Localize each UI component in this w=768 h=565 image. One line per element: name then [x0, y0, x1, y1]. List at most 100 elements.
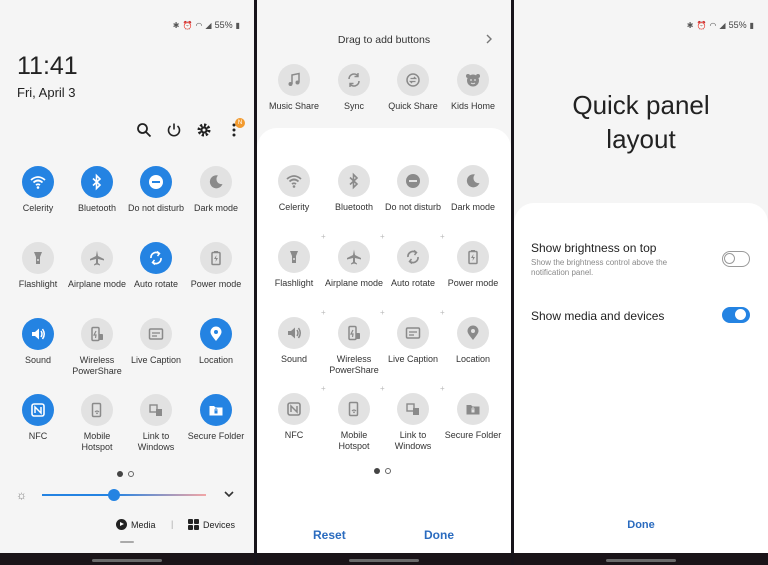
home-indicator[interactable] [349, 559, 419, 562]
quick-tile-mobile-hotspot[interactable]: Mobile Hotspot [324, 393, 384, 452]
tile-button[interactable] [397, 165, 429, 197]
quick-tile-music-share[interactable]: Music Share [264, 64, 324, 112]
quick-tile-flashlight[interactable]: Flashlight [8, 242, 68, 290]
tile-button[interactable] [397, 241, 429, 273]
tile-button[interactable] [278, 165, 310, 197]
quick-tile-nfc[interactable]: NFC [264, 393, 324, 441]
search-button[interactable] [136, 122, 156, 142]
quick-tile-do-not-disturb[interactable]: Do not disturb [383, 165, 443, 213]
quick-tile-sync[interactable]: Sync [324, 64, 384, 112]
tile-button[interactable] [81, 242, 113, 274]
quick-tile-celerity[interactable]: Celerity [8, 166, 68, 214]
tile-button[interactable] [397, 64, 429, 96]
quick-tile-do-not-disturb[interactable]: Do not disturb [126, 166, 186, 214]
quick-tile-location[interactable]: Location [186, 318, 246, 366]
done-button[interactable]: Done [514, 519, 768, 531]
tile-button[interactable] [397, 393, 429, 425]
quick-tile-quick-share[interactable]: Quick Share [383, 64, 443, 112]
brightness-slider-knob[interactable] [108, 489, 121, 501]
tile-button[interactable] [22, 242, 54, 274]
brightness-on-top-toggle[interactable] [722, 251, 750, 267]
quick-tile-link-to-windows[interactable]: Link to Windows [126, 394, 186, 453]
tile-button[interactable] [200, 242, 232, 274]
page-dot-active[interactable] [117, 471, 123, 477]
panel-handle[interactable] [120, 541, 134, 543]
tile-button[interactable] [457, 64, 489, 96]
quick-tile-link-to-windows[interactable]: Link to Windows [383, 393, 443, 452]
quick-tile-flashlight[interactable]: Flashlight [264, 241, 324, 289]
chevron-right-icon[interactable] [483, 33, 495, 45]
tile-button[interactable] [457, 393, 489, 425]
done-button[interactable]: Done [424, 528, 454, 542]
tile-button[interactable] [140, 318, 172, 350]
tile-button[interactable] [278, 64, 310, 96]
chevron-down-icon[interactable] [222, 487, 236, 501]
tile-button[interactable] [200, 394, 232, 426]
page-dot[interactable] [128, 471, 134, 477]
more-options-button[interactable]: N [226, 118, 246, 142]
tile-button[interactable] [338, 393, 370, 425]
settings-button[interactable] [196, 122, 216, 142]
media-devices-toggle[interactable] [722, 307, 750, 323]
page-dot-active[interactable] [374, 468, 380, 474]
tile-button[interactable] [81, 318, 113, 350]
tile-button[interactable] [140, 166, 172, 198]
tile-button[interactable] [22, 318, 54, 350]
tile-button[interactable] [22, 166, 54, 198]
tile-button[interactable] [200, 318, 232, 350]
tile-button[interactable] [338, 241, 370, 273]
power-button[interactable] [166, 122, 186, 142]
quick-tile-live-caption[interactable]: Live Caption [383, 317, 443, 365]
sync-icon [348, 73, 360, 87]
quick-tile-wireless-powershare[interactable]: Wireless PowerShare [67, 318, 127, 377]
quick-tile-location[interactable]: Location [443, 317, 503, 365]
quick-tile-sound[interactable]: Sound [8, 318, 68, 366]
reset-button[interactable]: Reset [313, 528, 346, 542]
tile-button[interactable] [338, 317, 370, 349]
tile-label: Airplane mode [67, 279, 127, 289]
home-indicator[interactable] [92, 559, 162, 562]
quick-tile-secure-folder[interactable]: Secure Folder [443, 393, 503, 441]
quick-tile-mobile-hotspot[interactable]: Mobile Hotspot [67, 394, 127, 453]
quick-tile-dark-mode[interactable]: Dark mode [443, 165, 503, 213]
quick-tile-airplane-mode[interactable]: Airplane mode [67, 242, 127, 290]
tile-button[interactable] [278, 241, 310, 273]
tile-button[interactable] [278, 393, 310, 425]
tile-button[interactable] [140, 394, 172, 426]
tile-button[interactable] [278, 317, 310, 349]
tile-button[interactable] [457, 317, 489, 349]
tile-button[interactable] [338, 165, 370, 197]
quick-tile-auto-rotate[interactable]: Auto rotate [126, 242, 186, 290]
home-indicator[interactable] [606, 559, 676, 562]
media-button[interactable]: Media [116, 519, 156, 530]
quick-tile-power-mode[interactable]: Power mode [443, 241, 503, 289]
tile-button[interactable] [397, 317, 429, 349]
tile-button[interactable] [81, 166, 113, 198]
devices-button[interactable]: Devices [188, 519, 235, 530]
media-option-title[interactable]: Show media and devices [531, 309, 664, 323]
tile-button[interactable] [457, 241, 489, 273]
quick-tile-bluetooth[interactable]: Bluetooth [324, 165, 384, 213]
quick-tile-sound[interactable]: Sound [264, 317, 324, 365]
quick-tile-bluetooth[interactable]: Bluetooth [67, 166, 127, 214]
brightness-option-title[interactable]: Show brightness on top [531, 241, 656, 255]
quick-tile-airplane-mode[interactable]: Airplane mode [324, 241, 384, 289]
quick-tile-auto-rotate[interactable]: Auto rotate [383, 241, 443, 289]
quick-tile-celerity[interactable]: Celerity [264, 165, 324, 213]
brightness-track[interactable] [42, 494, 206, 496]
tile-button[interactable] [81, 394, 113, 426]
tile-button[interactable] [200, 166, 232, 198]
quick-tile-power-mode[interactable]: Power mode [186, 242, 246, 290]
battery-icon [468, 250, 478, 265]
tile-button[interactable] [338, 64, 370, 96]
quick-tile-live-caption[interactable]: Live Caption [126, 318, 186, 366]
tile-button[interactable] [140, 242, 172, 274]
quick-tile-secure-folder[interactable]: Secure Folder [186, 394, 246, 442]
quick-tile-kids-home[interactable]: Kids Home [443, 64, 503, 112]
page-dot[interactable] [385, 468, 391, 474]
quick-tile-nfc[interactable]: NFC [8, 394, 68, 442]
quick-tile-wireless-powershare[interactable]: Wireless PowerShare [324, 317, 384, 376]
tile-button[interactable] [22, 394, 54, 426]
tile-button[interactable] [457, 165, 489, 197]
quick-tile-dark-mode[interactable]: Dark mode [186, 166, 246, 214]
